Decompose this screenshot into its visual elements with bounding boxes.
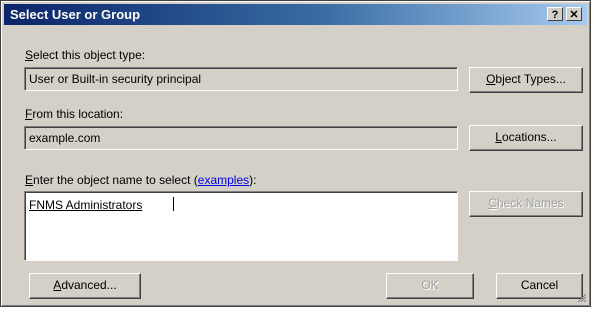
location-label: From this location: bbox=[25, 107, 124, 121]
examples-link[interactable]: examples bbox=[198, 173, 249, 187]
help-button[interactable]: ? bbox=[547, 7, 563, 21]
object-names-input[interactable]: FNMS Administrators bbox=[24, 191, 458, 261]
text-caret bbox=[173, 197, 174, 211]
object-type-label: Select this object type: bbox=[25, 48, 146, 62]
close-button[interactable]: ✕ bbox=[566, 7, 582, 21]
object-types-button[interactable]: Object Types... bbox=[469, 67, 583, 93]
object-name-label: Enter the object name to select (example… bbox=[25, 173, 257, 187]
resize-grip-icon[interactable] bbox=[575, 291, 587, 303]
advanced-button[interactable]: Advanced... bbox=[29, 273, 141, 299]
check-names-button[interactable]: Check Names bbox=[469, 191, 583, 217]
cancel-button[interactable]: Cancel bbox=[496, 273, 583, 299]
entered-object-name: FNMS Administrators bbox=[29, 198, 143, 212]
select-user-dialog: Select User or Group ? ✕ Select this obj… bbox=[0, 0, 591, 307]
location-field: example.com bbox=[24, 126, 458, 150]
ok-button[interactable]: OK bbox=[386, 273, 474, 299]
locations-button[interactable]: Locations... bbox=[469, 125, 583, 151]
dialog-title: Select User or Group bbox=[10, 7, 141, 22]
title-bar[interactable]: Select User or Group ? ✕ bbox=[4, 4, 587, 25]
object-type-field: User or Built-in security principal bbox=[24, 67, 458, 91]
